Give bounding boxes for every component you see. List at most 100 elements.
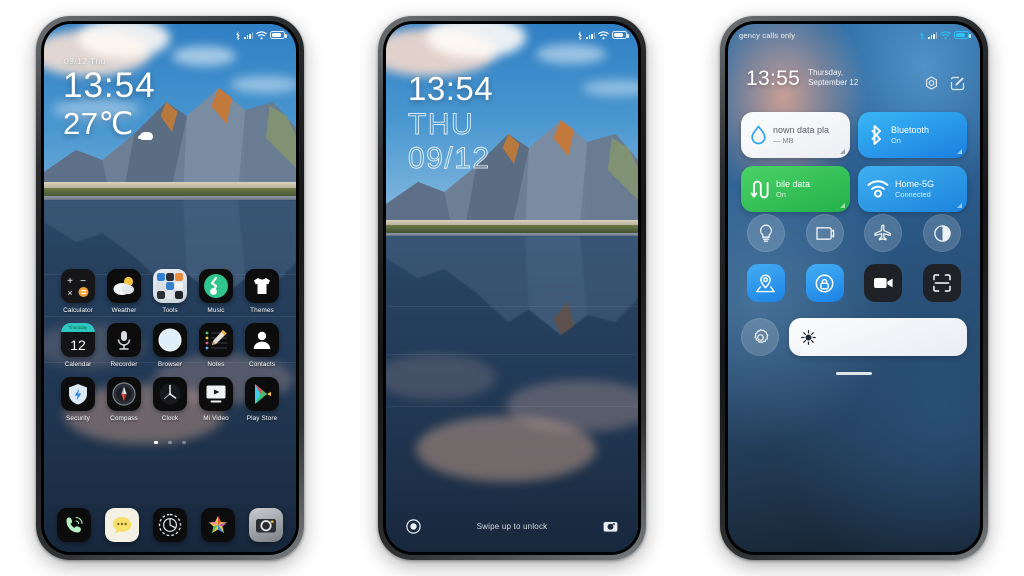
app-label: Tools: [162, 307, 178, 314]
toggle-dark-mode[interactable]: [923, 214, 962, 252]
tile-title: bile data: [776, 178, 811, 189]
weather-icon: [107, 269, 141, 303]
toggle-cast-screen[interactable]: [805, 214, 844, 252]
calendar-day-name: Thursday: [61, 323, 95, 332]
data-drop-icon: [751, 125, 766, 145]
phone-control-center: gency calls only 13:55 Thursday, Septemb…: [720, 16, 988, 560]
app-music[interactable]: Music: [194, 269, 238, 314]
page-dot-1[interactable]: [154, 440, 158, 444]
phone2-status-bar: [386, 24, 638, 46]
dock: [44, 508, 296, 542]
app-grid: + − × Calculator Weather Tools Music The…: [44, 269, 296, 449]
app-compass[interactable]: Compass: [102, 377, 146, 422]
wifi-icon: [940, 30, 951, 39]
tile-expand-corner[interactable]: [840, 149, 845, 154]
screen-recorder-icon: [873, 278, 893, 288]
person-icon: [245, 323, 279, 357]
app-recorder[interactable]: Recorder: [102, 323, 146, 368]
location-icon: [756, 273, 776, 292]
lockscreen-footer: Swipe up to unlock: [386, 519, 638, 534]
toggle-screen-recorder[interactable]: [864, 264, 903, 302]
svg-text:+: +: [67, 276, 73, 287]
tile-wifi[interactable]: Home-5G Connected: [858, 166, 967, 212]
gear-icon: [158, 513, 182, 537]
dock-app-camera[interactable]: [249, 508, 283, 542]
page-indicator[interactable]: [52, 431, 288, 449]
flashlight-icon: [759, 224, 772, 242]
flower-photos-icon: [209, 516, 227, 533]
home-widget-date: 09/12 Thu: [64, 56, 106, 66]
lockscreen-date: 09/12: [408, 142, 491, 175]
lockscreen-time: 13:54: [408, 70, 494, 107]
tile-expand-corner[interactable]: [840, 203, 845, 208]
app-weather[interactable]: Weather: [102, 269, 146, 314]
phone1-status-bar: [44, 24, 296, 46]
dock-app-settings[interactable]: [153, 508, 187, 542]
tile-expand-corner[interactable]: [957, 203, 962, 208]
camera-icon[interactable]: [603, 519, 618, 534]
phone3-status-bar: gency calls only: [728, 24, 980, 46]
app-label: Play Store: [246, 415, 278, 422]
control-center-brightness-row: [741, 318, 967, 356]
bluetooth-icon: [871, 125, 881, 145]
app-calendar[interactable]: Thursday 12 Calendar: [56, 323, 100, 368]
app-clock[interactable]: Clock: [148, 377, 192, 422]
app-label: Themes: [250, 307, 274, 314]
panel-drag-handle[interactable]: [836, 372, 872, 375]
phone3-status-icons: [919, 30, 971, 40]
dock-app-messages[interactable]: [105, 508, 139, 542]
app-label: Contacts: [248, 361, 276, 368]
notepad-pencil-icon: [199, 323, 233, 357]
tile-data-usage[interactable]: nown data pla — MB: [741, 112, 850, 158]
app-calculator[interactable]: + − × Calculator: [56, 269, 100, 314]
app-mi-video[interactable]: Mi Video: [194, 377, 238, 422]
app-browser[interactable]: Browser: [148, 323, 192, 368]
battery-icon: [954, 31, 971, 39]
airplane-mode-icon: [874, 224, 892, 241]
tile-bluetooth[interactable]: Bluetooth On: [858, 112, 967, 158]
settings-circle-icon[interactable]: [924, 76, 939, 91]
toggle-flashlight[interactable]: [746, 214, 785, 252]
dock-app-phone[interactable]: [57, 508, 91, 542]
toggle-scanner[interactable]: [923, 264, 962, 302]
toggle-location[interactable]: [746, 264, 785, 302]
calculator-icon: + − ×: [61, 269, 95, 303]
calendar-icon: Thursday 12: [61, 323, 95, 357]
battery-icon: [612, 31, 629, 39]
control-center-round-toggles: [741, 214, 967, 252]
page-dot-3[interactable]: [182, 440, 186, 444]
settings-shortcut-button[interactable]: [741, 318, 779, 356]
tile-subtitle: Connected: [895, 189, 931, 199]
app-themes[interactable]: Themes: [240, 269, 284, 314]
control-center-time: 13:55: [746, 67, 801, 90]
app-label: Mi Video: [203, 415, 229, 422]
app-contacts[interactable]: Contacts: [240, 323, 284, 368]
tile-mobile-data[interactable]: bile data On: [741, 166, 850, 212]
chat-bubble-icon: [112, 517, 132, 534]
control-center-actions: [924, 76, 965, 91]
phone3-bezel: gency calls only 13:55 Thursday, Septemb…: [725, 21, 983, 555]
toggle-lock-security[interactable]: [805, 264, 844, 302]
music-note-icon: [199, 269, 233, 303]
toggle-airplane-mode[interactable]: [864, 214, 903, 252]
gear-icon: [754, 328, 768, 343]
phone-handset-icon: [66, 516, 83, 533]
app-notes[interactable]: Notes: [194, 323, 238, 368]
page-dot-2[interactable]: [168, 440, 172, 444]
app-row-3: Security Compass Clock Mi Video Play Sto…: [52, 377, 288, 422]
tile-expand-corner[interactable]: [957, 149, 962, 154]
edit-icon[interactable]: [950, 76, 965, 91]
dock-app-gallery[interactable]: [201, 508, 235, 542]
phone1-screen: 09/12 Thu 13:54 27℃ + − × Calculator Wea…: [44, 24, 296, 552]
brightness-slider[interactable]: [789, 318, 967, 356]
app-play-store[interactable]: Play Store: [240, 377, 284, 422]
cloud-icon: [140, 132, 153, 140]
phone3-carrier-text: gency calls only: [739, 30, 796, 40]
mobile-data-icon: [750, 180, 769, 198]
tile-subtitle: On: [891, 135, 901, 145]
app-security[interactable]: Security: [56, 377, 100, 422]
record-circle-icon[interactable]: [406, 519, 421, 534]
app-tools-folder[interactable]: Tools: [148, 269, 192, 314]
control-center-header: 13:55 Thursday, September 12: [746, 68, 876, 89]
control-center-square-toggles: [741, 264, 967, 302]
